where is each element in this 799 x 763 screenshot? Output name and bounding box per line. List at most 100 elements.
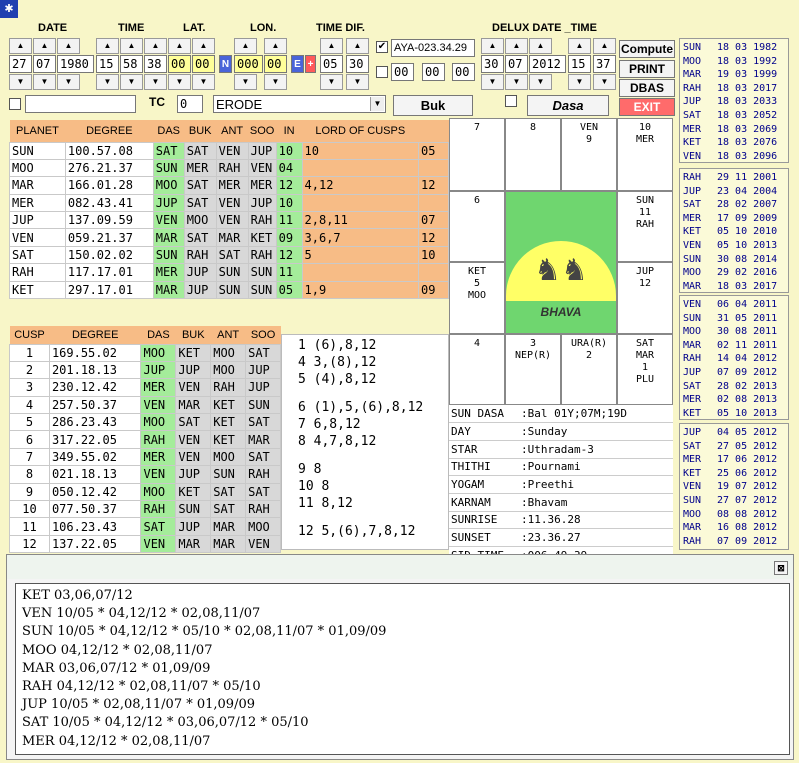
- spin-up-button[interactable]: ▲: [96, 38, 119, 54]
- spin-up-button[interactable]: ▲: [57, 38, 80, 54]
- dasa-group: SUN 18 03 1982 MOO 18 03 1992 MAR 19 03 1999 R…: [679, 38, 789, 163]
- planet-cell: 10: [275, 141, 303, 160]
- cusp-cell: 201.18.13: [48, 360, 142, 380]
- delux-minute-field[interactable]: 37: [593, 55, 616, 73]
- year-field[interactable]: 1980: [57, 55, 94, 73]
- delux-month-field[interactable]: 07: [505, 55, 528, 73]
- spin-down-button[interactable]: ▼: [9, 74, 32, 90]
- text-field[interactable]: [25, 95, 136, 113]
- dasa-planet: RAH: [683, 82, 702, 94]
- planet-side-cell: 12: [418, 228, 449, 247]
- spin-up-button[interactable]: ▲: [593, 38, 616, 54]
- lon-min-field[interactable]: 00: [264, 55, 287, 73]
- buk-button[interactable]: Buk: [393, 95, 473, 116]
- spin-up-button[interactable]: ▲: [33, 38, 56, 54]
- tz-sign-toggle[interactable]: +: [305, 55, 316, 73]
- spin-down-button[interactable]: ▼: [234, 74, 257, 90]
- tz-hour-field[interactable]: 05: [320, 55, 343, 73]
- spin-down-button[interactable]: ▼: [320, 74, 343, 90]
- signification-line: 7 6,8,12: [298, 417, 361, 432]
- cusp-cell: MOO: [210, 447, 247, 467]
- spin-down-button[interactable]: ▼: [593, 74, 616, 90]
- planet-side-cell: 07: [418, 211, 449, 230]
- planet-cell: MAR: [9, 176, 66, 195]
- dasa-planet: RAH: [683, 535, 702, 547]
- cusp-cell: VEN: [175, 378, 212, 397]
- text-checkbox[interactable]: [9, 98, 21, 110]
- aya-manual-checkbox[interactable]: [376, 66, 388, 78]
- spin-up-button[interactable]: ▲: [346, 38, 369, 54]
- exit-button[interactable]: EXIT: [619, 98, 675, 116]
- tc-field[interactable]: 0: [177, 95, 203, 113]
- spin-up-button[interactable]: ▲: [9, 38, 32, 54]
- spin-down-button[interactable]: ▼: [346, 74, 369, 90]
- spin-up-button[interactable]: ▲: [481, 38, 504, 54]
- planet-cell: MOO: [183, 211, 217, 230]
- dbas-button[interactable]: DBAS: [619, 79, 675, 97]
- minute-field[interactable]: 58: [120, 55, 143, 73]
- spin-down-button[interactable]: ▼: [505, 74, 528, 90]
- aya-c-field[interactable]: 00: [452, 63, 475, 81]
- dasa-entry: SAT 18 03 2052: [683, 110, 777, 122]
- spin-down-button[interactable]: ▼: [168, 74, 191, 90]
- info-key: THITHI: [449, 458, 519, 477]
- spin-up-button[interactable]: ▲: [120, 38, 143, 54]
- chevron-down-icon[interactable]: ▼: [370, 97, 384, 111]
- day-field[interactable]: 27: [9, 55, 32, 73]
- spin-down-button[interactable]: ▼: [481, 74, 504, 90]
- cusp-cell: 10: [9, 500, 50, 519]
- aya-field[interactable]: AYA-023.34.29: [391, 39, 475, 57]
- output-text-area[interactable]: KET 03,06,07/12 VEN 10/05 * 04,12/12 * 02…: [15, 583, 790, 755]
- lat-deg-field[interactable]: 00: [168, 55, 191, 73]
- ns-toggle[interactable]: N: [219, 55, 232, 73]
- info-value: :Uthradam-3: [519, 440, 673, 459]
- lon-deg-field[interactable]: 000: [234, 55, 263, 73]
- dasa-entry: MAR 16 08 2012: [683, 522, 777, 534]
- spin-down-button[interactable]: ▼: [120, 74, 143, 90]
- spin-up-button[interactable]: ▲: [264, 38, 287, 54]
- spin-down-button[interactable]: ▼: [529, 74, 552, 90]
- info-key: KARNAM: [449, 493, 519, 512]
- spin-up-button[interactable]: ▲: [320, 38, 343, 54]
- info-key: SUNRISE: [449, 511, 519, 530]
- hour-field[interactable]: 15: [96, 55, 119, 73]
- spin-down-button[interactable]: ▼: [192, 74, 215, 90]
- print-button[interactable]: PRINT: [619, 60, 675, 78]
- second-field[interactable]: 38: [144, 55, 167, 73]
- dasa-entry: MAR 19 03 1999: [683, 69, 777, 81]
- spin-up-button[interactable]: ▲: [168, 38, 191, 54]
- spin-up-button[interactable]: ▲: [529, 38, 552, 54]
- info-row: SUNRISE:11.36.28: [449, 511, 673, 530]
- spin-down-button[interactable]: ▼: [96, 74, 119, 90]
- planet-cell: [301, 263, 420, 282]
- spin-up-button[interactable]: ▲: [192, 38, 215, 54]
- output-line: SUN 10/05 * 04,12/12 * 05/10 * 02,08,11/…: [22, 624, 387, 640]
- planet-cell: SAT: [215, 245, 249, 265]
- chart-house-text: SAT MAR 1 PLU: [635, 338, 655, 385]
- aya-b-field[interactable]: 00: [422, 63, 445, 81]
- ew-toggle[interactable]: E: [291, 55, 304, 73]
- delux-hour-field[interactable]: 15: [568, 55, 591, 73]
- compute-button[interactable]: Compute: [619, 40, 675, 58]
- dasa-entry: MOO 08 08 2012: [683, 509, 777, 521]
- spin-down-button[interactable]: ▼: [33, 74, 56, 90]
- delux-day-field[interactable]: 30: [481, 55, 504, 73]
- tz-min-field[interactable]: 30: [346, 55, 369, 73]
- month-field[interactable]: 07: [33, 55, 56, 73]
- spin-up-button[interactable]: ▲: [505, 38, 528, 54]
- close-icon[interactable]: ⊠: [774, 561, 788, 575]
- spin-up-button[interactable]: ▲: [144, 38, 167, 54]
- spin-up-button[interactable]: ▲: [234, 38, 257, 54]
- dasa-button[interactable]: Dasa: [527, 95, 609, 116]
- delux-year-field[interactable]: 2012: [529, 55, 566, 73]
- spin-down-button[interactable]: ▼: [144, 74, 167, 90]
- lat-min-field[interactable]: 00: [192, 55, 215, 73]
- place-select[interactable]: ERODE ▼: [213, 95, 386, 113]
- aya-checkbox[interactable]: ✔: [376, 41, 388, 53]
- spin-up-button[interactable]: ▲: [568, 38, 591, 54]
- spin-down-button[interactable]: ▼: [264, 74, 287, 90]
- dasa-checkbox[interactable]: [505, 95, 517, 107]
- spin-down-button[interactable]: ▼: [568, 74, 591, 90]
- aya-a-field[interactable]: 00: [391, 63, 414, 81]
- spin-down-button[interactable]: ▼: [57, 74, 80, 90]
